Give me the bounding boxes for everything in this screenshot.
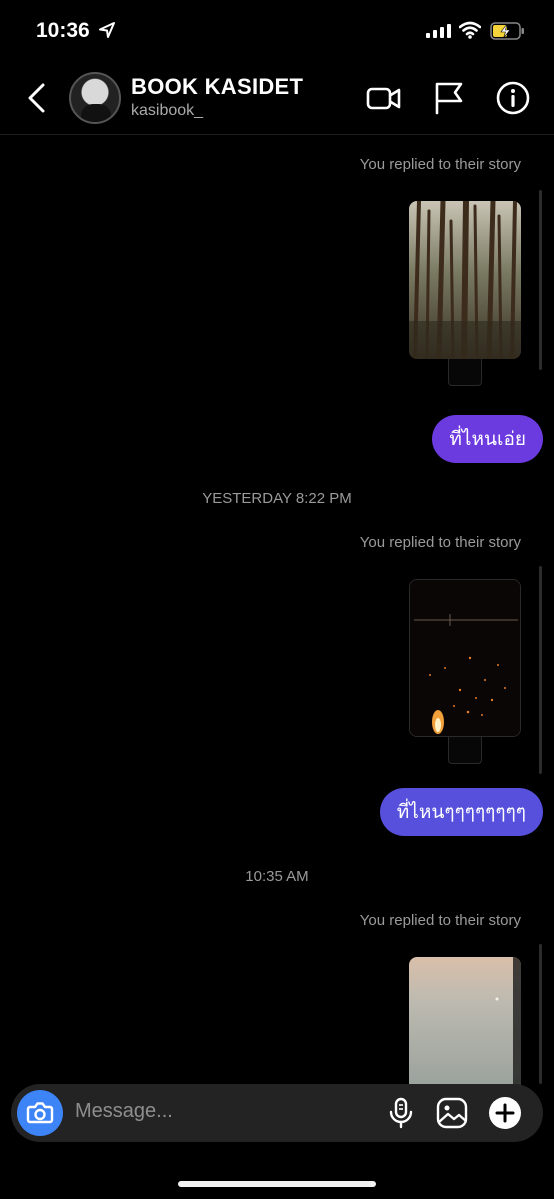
signal-icon bbox=[426, 24, 451, 38]
camera-button[interactable] bbox=[17, 1090, 63, 1136]
contact-handle[interactable]: kasibook_ bbox=[131, 102, 203, 120]
time-divider: YESTERDAY 8:22 PM bbox=[202, 490, 352, 507]
gallery-icon[interactable] bbox=[436, 1097, 468, 1129]
story-scroll-indicator bbox=[539, 190, 542, 370]
story-reply-label: You replied to their story bbox=[359, 534, 521, 551]
story-thumbnail[interactable] bbox=[409, 579, 521, 737]
video-call-icon[interactable] bbox=[366, 80, 402, 116]
story-thumbnail[interactable] bbox=[409, 201, 521, 359]
avatar[interactable] bbox=[69, 72, 121, 124]
back-chevron-icon[interactable] bbox=[22, 80, 52, 116]
microphone-icon[interactable] bbox=[385, 1097, 417, 1129]
camera-icon bbox=[26, 1102, 54, 1124]
story-frame-stub bbox=[448, 359, 482, 386]
chat-header: BOOK KASIDET kasibook_ bbox=[0, 62, 554, 135]
time-divider: 10:35 AM bbox=[245, 868, 309, 885]
story-scroll-indicator bbox=[539, 566, 542, 774]
story-thumbnail[interactable] bbox=[409, 957, 521, 1087]
contact-name[interactable]: BOOK KASIDET bbox=[131, 74, 303, 100]
add-button[interactable] bbox=[489, 1097, 521, 1129]
info-icon[interactable] bbox=[495, 80, 531, 116]
story-frame-stub bbox=[448, 737, 482, 764]
wifi-icon bbox=[459, 21, 481, 39]
status-bar: 10:36 bbox=[0, 0, 554, 62]
story-scroll-indicator bbox=[539, 944, 542, 1084]
battery-charging-icon bbox=[490, 22, 524, 40]
message-bubble[interactable]: ที่ไหนเอ่ย bbox=[432, 415, 543, 463]
message-input[interactable] bbox=[75, 1100, 355, 1123]
home-indicator[interactable] bbox=[178, 1181, 376, 1187]
story-reply-label: You replied to their story bbox=[359, 156, 521, 173]
message-composer bbox=[11, 1084, 543, 1142]
flag-icon[interactable] bbox=[431, 80, 467, 116]
status-time: 10:36 bbox=[36, 19, 90, 42]
story-reply-label: You replied to their story bbox=[359, 912, 521, 929]
location-arrow-icon bbox=[99, 22, 115, 38]
add-icon bbox=[495, 1103, 515, 1123]
message-bubble[interactable]: ที่ไหนๆๆๆๆๆๆๆๆ bbox=[379, 788, 543, 836]
